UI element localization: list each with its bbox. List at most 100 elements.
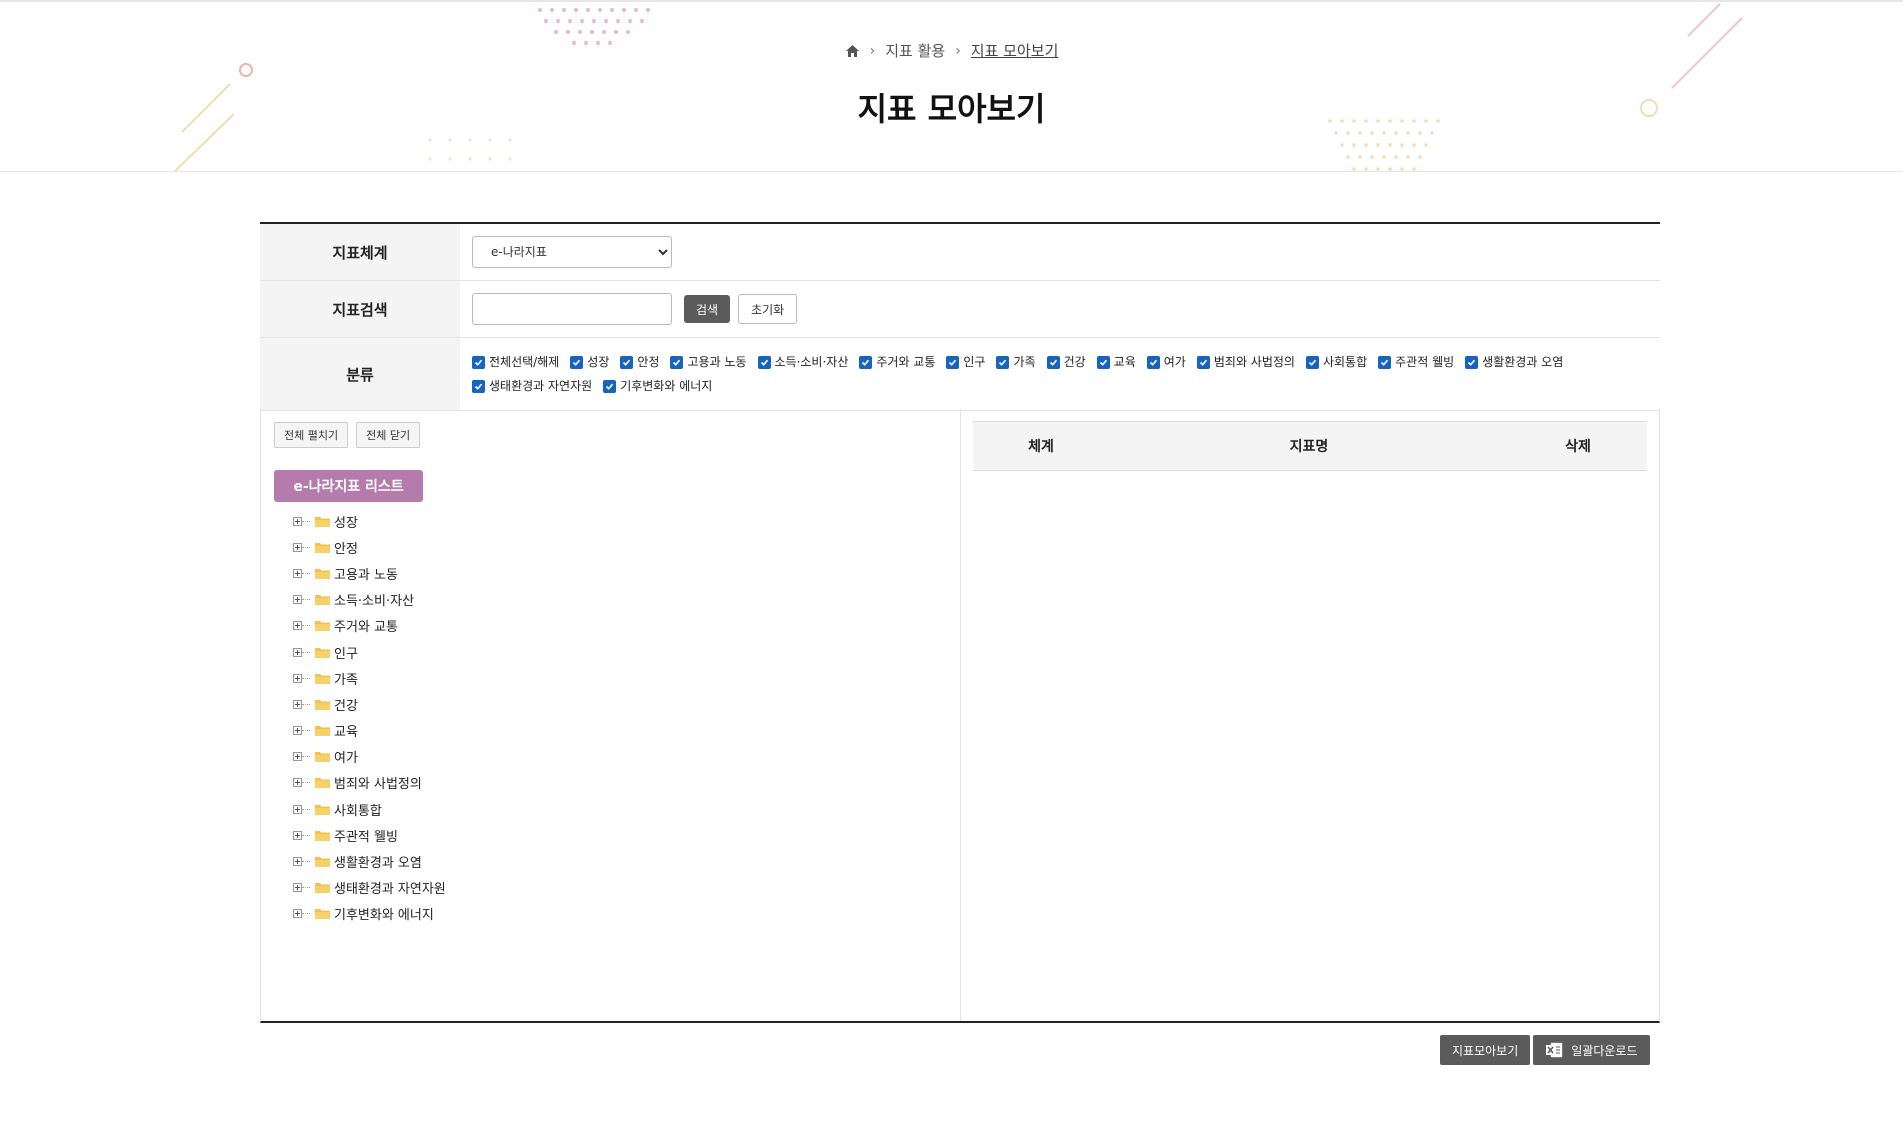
tree-node[interactable]: 주거와 교통 — [293, 613, 446, 639]
tree-node-label[interactable]: 주관적 웰빙 — [334, 826, 398, 845]
select-all-checkbox[interactable]: 전체선택/해제 — [472, 353, 559, 371]
tree-node[interactable]: 생태환경과 자연자원 — [293, 875, 446, 901]
folder-icon — [315, 752, 330, 763]
checkbox-checked-icon[interactable] — [1196, 355, 1210, 369]
tree-node-label[interactable]: 범죄와 사법정의 — [334, 773, 422, 792]
checkbox-checked-icon[interactable] — [1146, 355, 1160, 369]
tree-node-label[interactable]: 교육 — [334, 721, 358, 740]
tree-node[interactable]: 고용과 노동 — [293, 560, 446, 586]
category-checkbox[interactable]: 고용과 노동 — [670, 353, 747, 371]
expand-plus-icon[interactable] — [293, 621, 302, 631]
expand-all-button[interactable]: 전체 펼치기 — [274, 422, 349, 448]
expand-plus-icon[interactable] — [293, 778, 302, 788]
reset-button[interactable]: 초기화 — [738, 294, 798, 324]
tree-node-label[interactable]: 주거와 교통 — [334, 616, 398, 635]
tree-node[interactable]: 범죄와 사법정의 — [293, 770, 446, 796]
tree-node[interactable]: 여가 — [293, 744, 446, 770]
expand-plus-icon[interactable] — [293, 830, 302, 840]
category-checkbox[interactable]: 안정 — [620, 353, 659, 371]
category-checkbox[interactable]: 기후변화와 에너지 — [603, 377, 712, 395]
expand-plus-icon[interactable] — [293, 647, 302, 657]
tree-node-label[interactable]: 성장 — [334, 512, 358, 531]
expand-plus-icon[interactable] — [293, 516, 302, 526]
expand-plus-icon[interactable] — [293, 542, 302, 552]
tree-node-label[interactable]: 생태환경과 자연자원 — [334, 878, 446, 897]
checkbox-checked-icon[interactable] — [1046, 355, 1060, 369]
search-input[interactable] — [472, 293, 672, 325]
category-checkbox[interactable]: 주관적 웰빙 — [1378, 353, 1454, 371]
page-header: › 지표 활용 › 지표 모아보기 지표 모아보기 — [0, 0, 1903, 172]
breadcrumb-item-usage[interactable]: 지표 활용 — [885, 40, 945, 61]
category-checkbox[interactable]: 생태환경과 자연자원 — [472, 377, 592, 395]
checkbox-checked-icon[interactable] — [757, 355, 771, 369]
category-checkbox[interactable]: 사회통합 — [1305, 353, 1367, 371]
tree-node-label[interactable]: 기후변화와 에너지 — [334, 904, 434, 923]
tree-node[interactable]: 안정 — [293, 534, 446, 560]
tree-node[interactable]: 소득·소비·자산 — [293, 587, 446, 613]
tree-node-label[interactable]: 사회통합 — [334, 800, 382, 819]
checkbox-checked-icon[interactable] — [570, 355, 584, 369]
tree-node[interactable]: 생활환경과 오염 — [293, 848, 446, 874]
checkbox-checked-icon[interactable] — [1305, 355, 1319, 369]
checkbox-checked-icon[interactable] — [620, 355, 634, 369]
tree-node-label[interactable]: 여가 — [334, 747, 358, 766]
checkbox-checked-icon[interactable] — [1378, 355, 1392, 369]
system-select[interactable]: e-나라지표 — [472, 236, 672, 268]
folder-icon — [315, 909, 330, 920]
tree-node-label[interactable]: 고용과 노동 — [334, 564, 398, 583]
checkbox-checked-icon[interactable] — [603, 379, 617, 393]
checkbox-checked-icon[interactable] — [996, 355, 1010, 369]
bulk-download-label: 일괄다운로드 — [1571, 1043, 1638, 1058]
category-checkbox[interactable]: 주거와 교통 — [859, 353, 935, 371]
category-checkbox[interactable]: 범죄와 사법정의 — [1196, 353, 1295, 371]
category-checkbox[interactable]: 인구 — [946, 353, 985, 371]
expand-plus-icon[interactable] — [293, 673, 302, 683]
checkbox-checked-icon[interactable] — [472, 355, 485, 369]
tree-node-label[interactable]: 생활환경과 오염 — [334, 852, 422, 871]
checkbox-checked-icon[interactable] — [670, 355, 684, 369]
expand-plus-icon[interactable] — [293, 804, 302, 814]
category-checkbox[interactable]: 생활환경과 오염 — [1465, 353, 1563, 371]
category-checkbox[interactable]: 소득·소비·자산 — [757, 353, 848, 371]
tree-node-label[interactable]: 안정 — [334, 538, 358, 557]
expand-plus-icon[interactable] — [293, 699, 302, 709]
tree-node[interactable]: 교육 — [293, 718, 446, 744]
category-checkbox-group: 전체선택/해제 성장 안정 고용과 노동 소득·소비·자산 주거와 교통 인구 가족 건강 교육 여… — [472, 353, 1648, 395]
expand-plus-icon[interactable] — [293, 568, 302, 578]
collapse-all-button[interactable]: 전체 닫기 — [356, 422, 421, 448]
expand-plus-icon[interactable] — [293, 595, 302, 605]
tree-node-label[interactable]: 건강 — [334, 695, 358, 714]
view-indicators-button[interactable]: 지표모아보기 — [1440, 1035, 1531, 1065]
tree-node[interactable]: 인구 — [293, 639, 446, 665]
bulk-download-button[interactable]: 일괄다운로드 — [1533, 1035, 1650, 1065]
tree-node[interactable]: 기후변화와 에너지 — [293, 901, 446, 927]
search-button[interactable]: 검색 — [684, 295, 731, 323]
category-checkbox[interactable]: 성장 — [570, 353, 609, 371]
tree-node[interactable]: 성장 — [293, 508, 446, 534]
breadcrumb-item-current[interactable]: 지표 모아보기 — [971, 40, 1059, 61]
checkbox-checked-icon[interactable] — [946, 355, 960, 369]
tree-node-label[interactable]: 가족 — [334, 669, 358, 688]
tree-node[interactable]: 건강 — [293, 691, 446, 717]
category-checkbox[interactable]: 교육 — [1096, 353, 1136, 371]
tree-node-label[interactable]: 인구 — [334, 643, 358, 662]
checkbox-checked-icon[interactable] — [859, 355, 873, 369]
category-checkbox[interactable]: 여가 — [1146, 353, 1186, 371]
tree-node-label[interactable]: 소득·소비·자산 — [334, 590, 414, 609]
category-checkbox[interactable]: 가족 — [996, 353, 1036, 371]
tree-node[interactable]: 주관적 웰빙 — [293, 822, 446, 848]
category-label-text: 주거와 교통 — [876, 355, 936, 369]
checkbox-checked-icon[interactable] — [1465, 355, 1479, 369]
tree-node[interactable]: 사회통합 — [293, 796, 446, 822]
checkbox-checked-icon[interactable] — [1096, 355, 1110, 369]
checkbox-checked-icon[interactable] — [472, 379, 485, 393]
expand-plus-icon[interactable] — [293, 752, 302, 762]
tree-node[interactable]: 가족 — [293, 665, 446, 691]
expand-plus-icon[interactable] — [293, 909, 302, 919]
expand-plus-icon[interactable] — [293, 726, 302, 736]
selected-indicators-panel: 체계 지표명 삭제 — [961, 409, 1659, 1021]
home-icon[interactable] — [845, 44, 860, 58]
expand-plus-icon[interactable] — [293, 857, 302, 867]
category-checkbox[interactable]: 건강 — [1046, 353, 1086, 371]
expand-plus-icon[interactable] — [293, 883, 302, 893]
